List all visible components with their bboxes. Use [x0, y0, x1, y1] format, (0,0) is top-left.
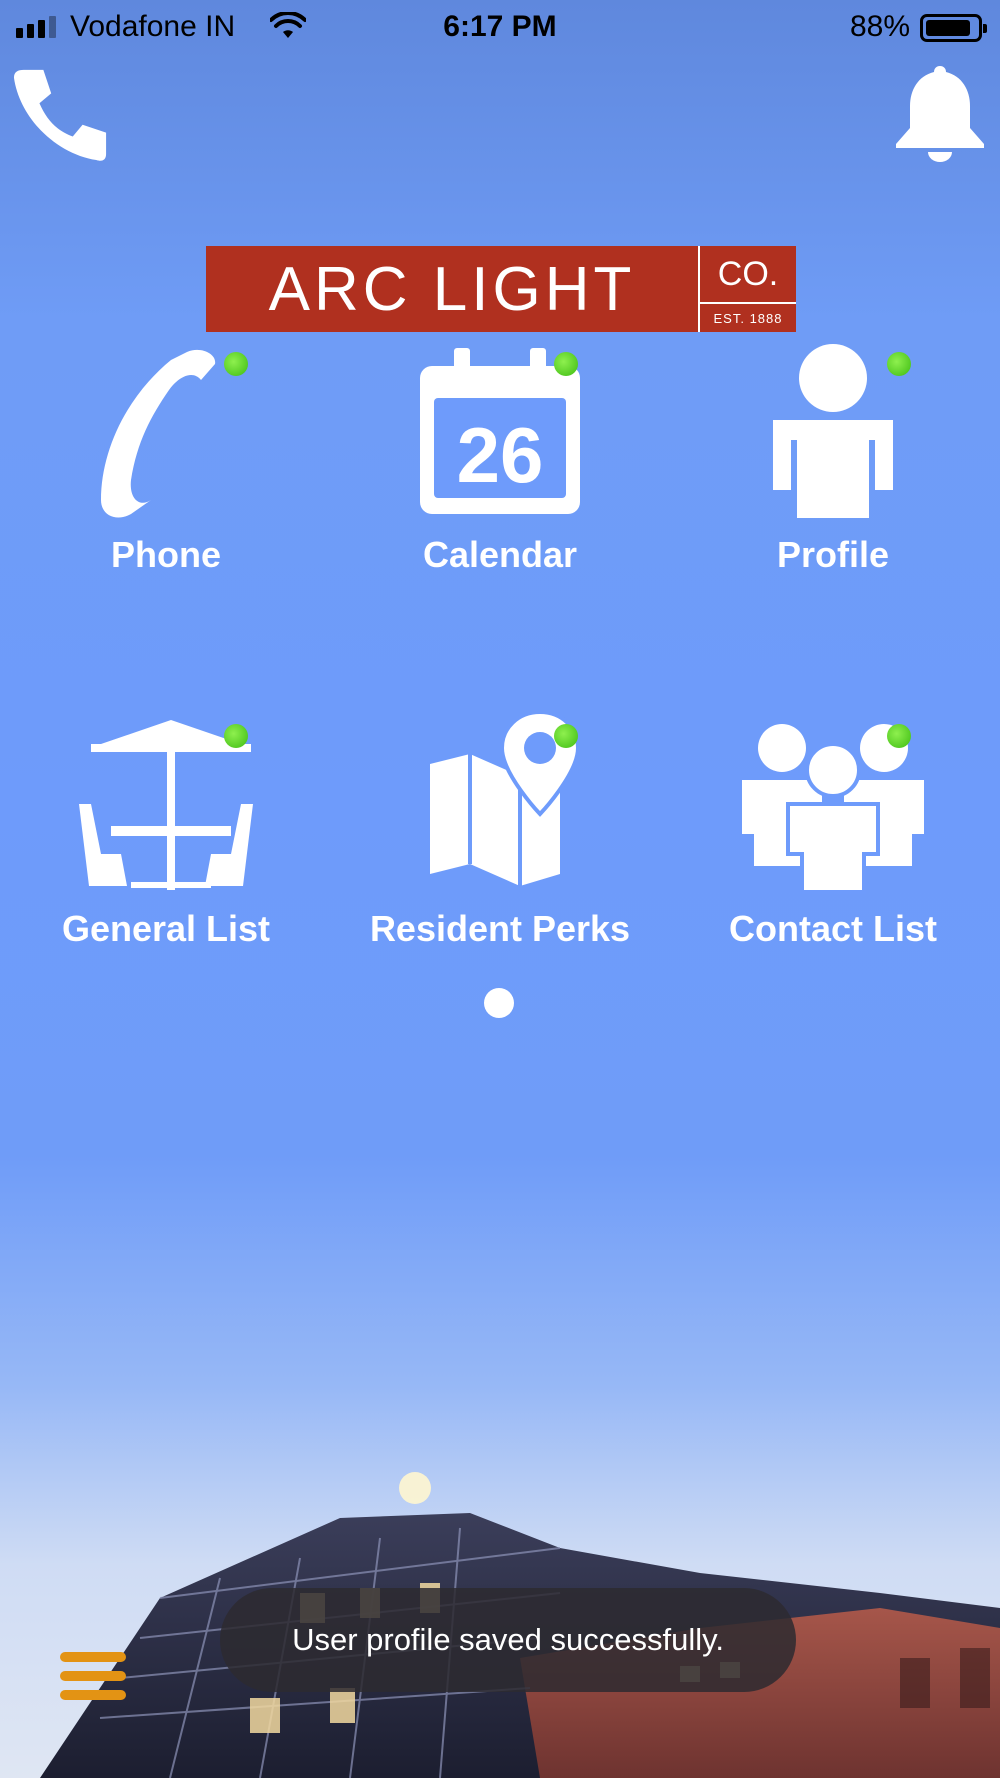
logo-est-text: EST. 1888: [713, 310, 783, 326]
notification-badge: [887, 352, 911, 376]
notification-badge: [224, 352, 248, 376]
tile-general-list[interactable]: General List: [16, 714, 316, 950]
notification-badge: [554, 724, 578, 748]
calendar-day-number: 26: [457, 411, 544, 499]
toast-message: User profile saved successfully.: [220, 1588, 796, 1692]
tile-label: Phone: [110, 534, 221, 575]
phone-icon[interactable]: [12, 64, 110, 162]
notification-badge: [554, 352, 578, 376]
tile-label: Contact List: [728, 908, 937, 949]
person-icon: [773, 344, 893, 518]
tile-label: Calendar: [422, 534, 578, 575]
tile-resident-perks[interactable]: Resident Perks: [350, 714, 650, 950]
logo-side-panel: CO. EST. 1888: [698, 246, 796, 332]
page-indicator-dot[interactable]: [484, 988, 514, 1018]
tile-contact-list[interactable]: Contact List: [683, 714, 983, 950]
bell-icon[interactable]: [892, 62, 988, 162]
status-bar: Vodafone IN 6:17 PM 88%: [0, 0, 1000, 56]
menu-bar: [60, 1690, 126, 1700]
tile-label: Profile: [776, 534, 890, 575]
tile-calendar[interactable]: 26 Calendar: [350, 340, 650, 576]
battery-icon: [920, 14, 987, 42]
menu-bar: [60, 1652, 126, 1662]
notification-badge: [887, 724, 911, 748]
battery-percentage: 88%: [849, 10, 910, 43]
arc-light-logo: ARC LIGHT CO. EST. 1888: [206, 246, 796, 332]
logo-co-text: CO.: [700, 246, 796, 304]
notification-badge: [224, 724, 248, 748]
tile-profile[interactable]: Profile: [683, 340, 983, 576]
tile-label: Resident Perks: [369, 908, 631, 949]
logo-main-text: ARC LIGHT: [268, 254, 636, 324]
tile-phone[interactable]: Phone: [16, 340, 316, 576]
menu-bar: [60, 1671, 126, 1681]
hamburger-menu-icon[interactable]: [60, 1652, 126, 1709]
tile-label: General List: [61, 908, 271, 949]
